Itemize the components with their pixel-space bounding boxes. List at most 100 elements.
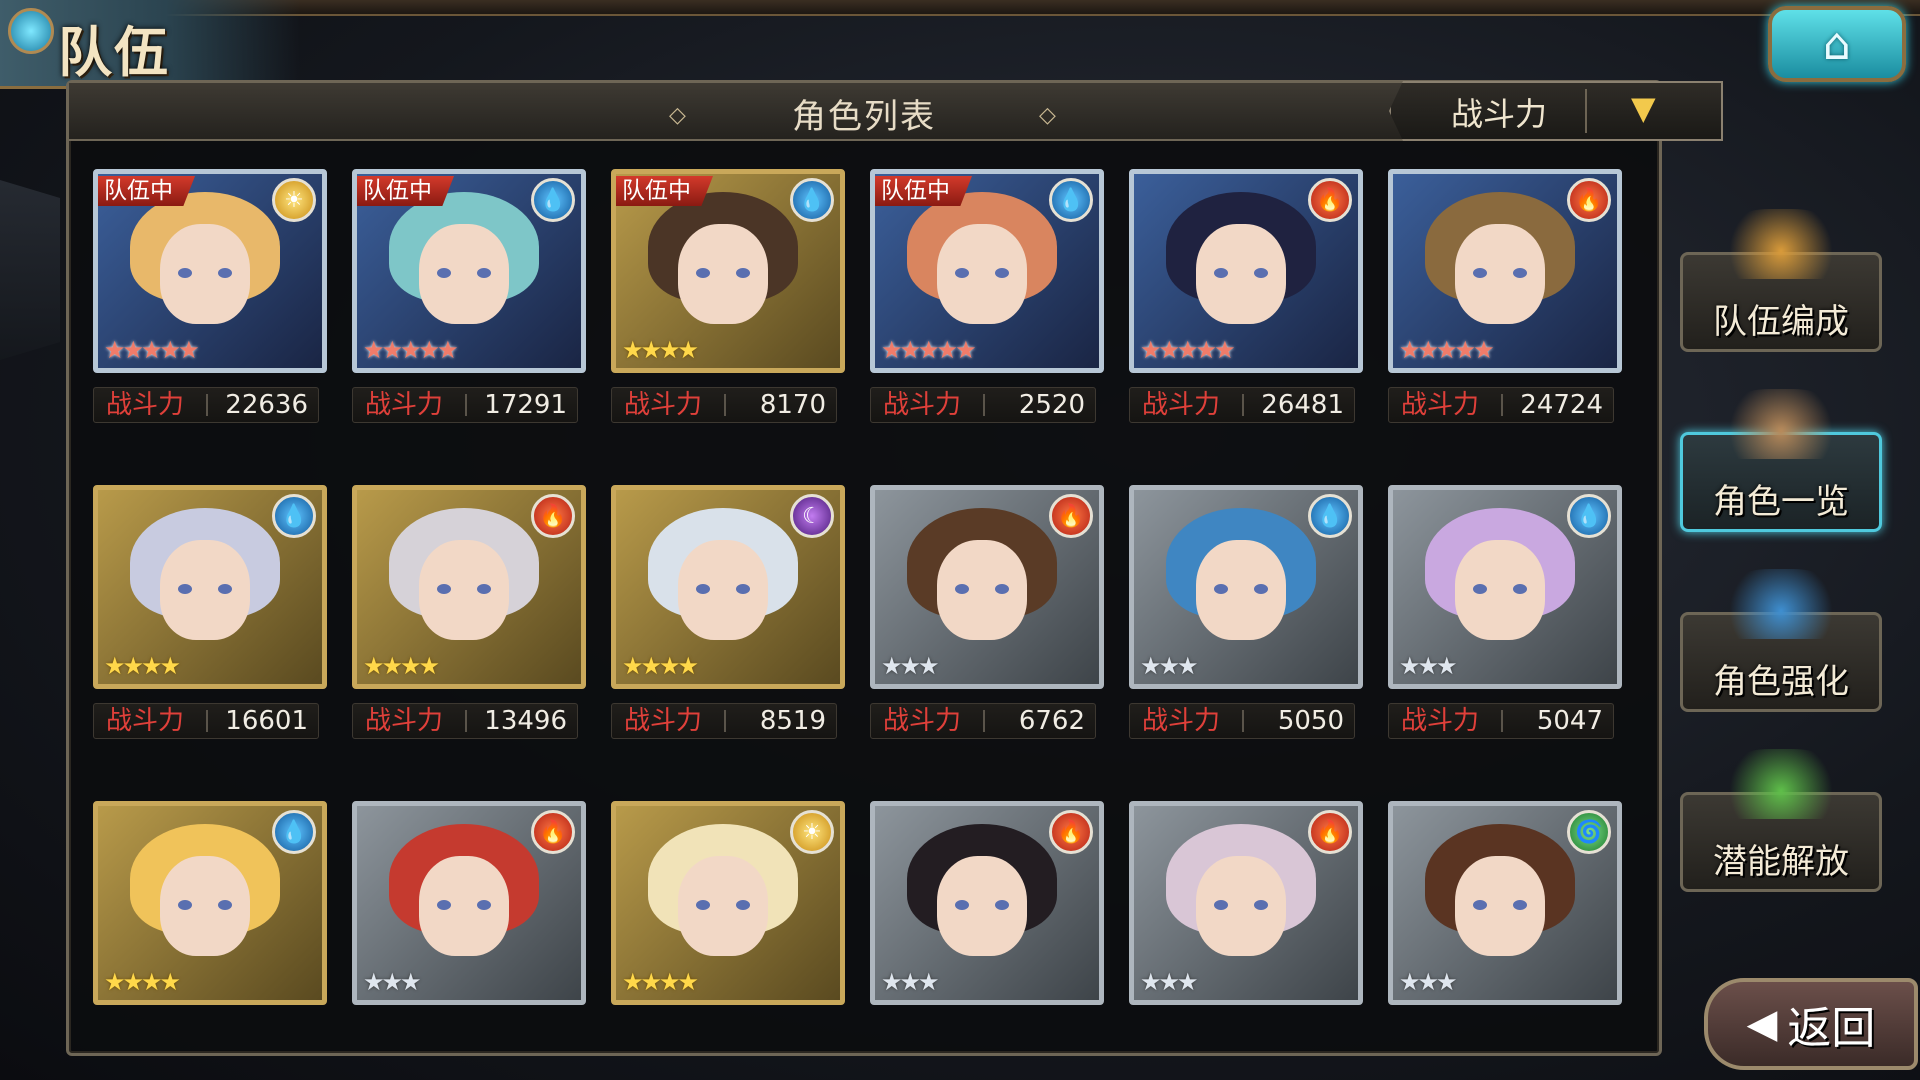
eye: [1473, 900, 1487, 910]
side-menu-label: 潜能解放: [1713, 842, 1849, 882]
eye: [955, 584, 969, 594]
face: [678, 856, 768, 956]
fire-element-icon: 🔥: [1308, 178, 1352, 222]
character-portrait[interactable]: 🔥 ★★★: [870, 801, 1104, 1005]
character-card[interactable]: 队伍中 ☀ ★★★★★ 战斗力 22636: [93, 169, 327, 431]
divider: [1585, 89, 1587, 133]
character-portrait[interactable]: 队伍中 💧 ★★★★★: [352, 169, 586, 373]
eye: [1254, 268, 1268, 278]
character-portrait[interactable]: 🔥 ★★★: [1129, 801, 1363, 1005]
character-portrait[interactable]: 💧 ★★★★: [93, 485, 327, 689]
character-portrait[interactable]: 队伍中 ☀ ★★★★★: [93, 169, 327, 373]
power-bar: 战斗力 13496: [352, 703, 578, 739]
character-portrait[interactable]: 队伍中 💧 ★★★★: [611, 169, 845, 373]
power-label: 战斗力: [106, 706, 185, 736]
character-card[interactable]: 🌀 ★★★: [1388, 801, 1622, 1063]
side-menu-label: 角色一览: [1713, 482, 1849, 522]
character-portrait[interactable]: 💧 ★★★★: [93, 801, 327, 1005]
rarity-stars: ★★★: [1399, 968, 1458, 996]
power-label: 战斗力: [1142, 706, 1221, 736]
character-portrait[interactable]: 🌀 ★★★: [1388, 801, 1622, 1005]
power-bar: 战斗力 8519: [611, 703, 837, 739]
character-card[interactable]: 队伍中 💧 ★★★★ 战斗力 8170: [611, 169, 845, 431]
rarity-stars: ★★★: [363, 968, 422, 996]
eye: [1473, 268, 1487, 278]
face: [678, 540, 768, 640]
character-card[interactable]: 🔥 ★★★: [870, 801, 1104, 1063]
character-card[interactable]: 🔥 ★★★: [1129, 801, 1363, 1063]
character-portrait[interactable]: 队伍中 💧 ★★★★★: [870, 169, 1104, 373]
team-characters-icon: [1721, 209, 1841, 279]
divider: [1501, 710, 1503, 732]
side-menu-button[interactable]: 潜能解放: [1680, 749, 1882, 892]
character-portrait[interactable]: 🔥 ★★★★★: [1388, 169, 1622, 373]
in-team-tag: 队伍中: [616, 176, 713, 206]
rarity-stars: ★★★: [1140, 652, 1199, 680]
power-bar: 战斗力 8170: [611, 387, 837, 423]
side-menu-button[interactable]: 队伍编成: [1680, 209, 1882, 352]
eye: [696, 900, 710, 910]
triangle-down-icon[interactable]: ▼: [1631, 89, 1656, 127]
divider: [724, 710, 726, 732]
character-card[interactable]: 🔥 ★★★: [352, 801, 586, 1063]
orb-icon: [8, 8, 54, 54]
rarity-stars: ★★★★★: [104, 336, 200, 364]
character-card[interactable]: 🔥 ★★★★ 战斗力 13496: [352, 485, 586, 747]
character-card[interactable]: ☀ ★★★★: [611, 801, 845, 1063]
eye: [1513, 268, 1527, 278]
character-portrait[interactable]: ☀ ★★★★: [611, 801, 845, 1005]
side-menu-label: 角色强化: [1713, 662, 1849, 702]
side-menu-label: 队伍编成: [1713, 302, 1849, 342]
power-label: 战斗力: [624, 390, 703, 420]
face: [1455, 224, 1545, 324]
back-button[interactable]: ◀ 返回: [1704, 978, 1918, 1070]
light-element-icon: ☀: [272, 178, 316, 222]
sort-dropdown[interactable]: 战斗力 ▼: [1389, 81, 1723, 141]
page-title: 队伍: [58, 20, 170, 84]
divider: [1242, 394, 1244, 416]
character-card[interactable]: ☾ ★★★★ 战斗力 8519: [611, 485, 845, 747]
power-label: 战斗力: [1142, 390, 1221, 420]
side-menu-button[interactable]: 角色一览: [1680, 389, 1882, 532]
eye: [437, 268, 451, 278]
character-card[interactable]: 💧 ★★★ 战斗力 5050: [1129, 485, 1363, 747]
character-portrait[interactable]: 💧 ★★★: [1388, 485, 1622, 689]
power-label: 战斗力: [365, 390, 444, 420]
character-card[interactable]: 🔥 ★★★★★ 战斗力 26481: [1129, 169, 1363, 431]
divider: [206, 710, 208, 732]
character-card[interactable]: 💧 ★★★★: [93, 801, 327, 1063]
character-portrait[interactable]: 🔥 ★★★★: [352, 485, 586, 689]
eye: [736, 900, 750, 910]
power-value: 17291: [484, 390, 567, 420]
character-portrait[interactable]: 🔥 ★★★: [352, 801, 586, 1005]
eye: [178, 584, 192, 594]
eye: [736, 584, 750, 594]
character-card[interactable]: 🔥 ★★★ 战斗力 6762: [870, 485, 1104, 747]
power-bar: 战斗力 5050: [1129, 703, 1355, 739]
character-card[interactable]: 队伍中 💧 ★★★★★ 战斗力 17291: [352, 169, 586, 431]
character-card[interactable]: 💧 ★★★★ 战斗力 16601: [93, 485, 327, 747]
rarity-stars: ★★★★★: [1140, 336, 1236, 364]
character-portrait[interactable]: ☾ ★★★★: [611, 485, 845, 689]
eye: [955, 900, 969, 910]
character-card[interactable]: 队伍中 💧 ★★★★★ 战斗力 2520: [870, 169, 1104, 431]
character-card[interactable]: 💧 ★★★ 战斗力 5047: [1388, 485, 1622, 747]
home-button[interactable]: ⌂: [1768, 6, 1906, 82]
character-portrait[interactable]: 💧 ★★★: [1129, 485, 1363, 689]
rarity-stars: ★★★★★: [363, 336, 459, 364]
power-bar: 战斗力 5047: [1388, 703, 1614, 739]
light-element-icon: ☀: [790, 810, 834, 854]
power-value: 8170: [759, 390, 826, 420]
character-portrait[interactable]: 🔥 ★★★: [870, 485, 1104, 689]
character-card[interactable]: 🔥 ★★★★★ 战斗力 24724: [1388, 169, 1622, 431]
title-plate: 队伍: [0, 0, 300, 89]
eye: [1214, 268, 1228, 278]
fire-element-icon: 🔥: [1308, 810, 1352, 854]
eye: [1214, 584, 1228, 594]
power-label: 战斗力: [624, 706, 703, 736]
in-team-tag: 队伍中: [357, 176, 454, 206]
side-menu-button[interactable]: 角色强化: [1680, 569, 1882, 712]
character-portrait[interactable]: 🔥 ★★★★★: [1129, 169, 1363, 373]
water-element-icon: 💧: [1567, 494, 1611, 538]
eye: [995, 268, 1009, 278]
